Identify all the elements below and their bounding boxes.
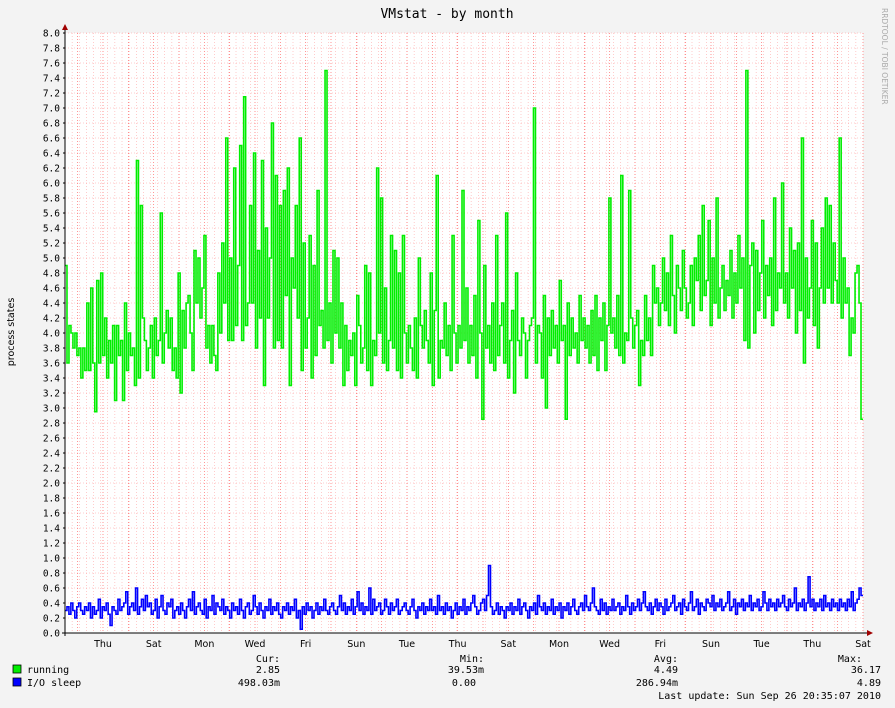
legend-header-max: Max:: [838, 654, 862, 665]
watermark: RRDTOOL / TOBI OETIKER: [880, 8, 889, 105]
x-tick-label: Mon: [549, 639, 569, 650]
y-tick-label: 0.0: [43, 629, 60, 640]
y-tick-label: 1.4: [43, 524, 60, 535]
y-tick-label: 2.8: [43, 419, 60, 430]
y-tick-label: 3.6: [43, 359, 60, 370]
y-tick-label: 0.4: [43, 599, 60, 610]
legend-avg-running: 4.49: [654, 665, 678, 676]
y-tick-label: 4.8: [43, 269, 60, 280]
y-tick-label: 6.2: [43, 164, 60, 175]
y-tick-label: 6.6: [43, 134, 60, 145]
legend-name-running: running: [27, 665, 69, 676]
legend-header-avg: Avg:: [654, 654, 678, 665]
y-tick-label: 3.0: [43, 404, 60, 415]
x-tick-label: Sat: [501, 639, 517, 650]
legend-max-running: 36.17: [851, 665, 881, 676]
x-tick-label: Tue: [753, 639, 770, 650]
y-tick-label: 6.8: [43, 119, 60, 130]
legend-avg-io-sleep: 286.94m: [636, 678, 678, 689]
x-tick-label: Sat: [855, 639, 871, 650]
y-tick-label: 7.6: [43, 59, 60, 70]
legend-swatch-io-sleep: [12, 677, 22, 687]
x-tick-label: Fri: [300, 639, 311, 650]
legend-min-running: 39.53m: [448, 665, 484, 676]
y-tick-label: 5.4: [43, 224, 60, 235]
y-tick-label: 7.2: [43, 89, 60, 100]
legend-cur-io-sleep: 498.03m: [238, 678, 280, 689]
y-tick-label: 3.2: [43, 389, 60, 400]
legend-max-io-sleep: 4.89: [857, 678, 881, 689]
y-tick-label: 2.2: [43, 464, 60, 475]
x-tick-label: Mon: [194, 639, 214, 650]
x-tick-label: Fri: [655, 639, 666, 650]
y-tick-label: 2.6: [43, 434, 60, 445]
y-tick-label: 1.2: [43, 539, 60, 550]
y-tick-label: 0.8: [43, 569, 60, 580]
y-tick-label: 5.2: [43, 239, 60, 250]
legend-header-cur: Cur:: [256, 654, 280, 665]
y-tick-label: 2.4: [43, 449, 60, 460]
y-tick-label: 8.0: [43, 29, 60, 40]
y-tick-label: 1.8: [43, 494, 60, 505]
vmstat-chart: 0.0 0.2 0.4 0.6 0.8 1.0 1.2 1.4 1.6 1.8 2.0 2.2 2.4 2…: [6, 7, 889, 702]
y-tick-label: 3.8: [43, 344, 60, 355]
x-tick-label: Thu: [93, 639, 112, 650]
y-tick-label: 1.6: [43, 509, 60, 520]
legend-header-min: Min:: [460, 654, 484, 665]
x-tick-label: Wed: [245, 639, 266, 650]
y-tick-label: 3.4: [43, 374, 60, 385]
chart-title: VMstat - by month: [380, 7, 513, 22]
x-tick-label: Sat: [146, 639, 162, 650]
x-tick-label: Thu: [448, 639, 467, 650]
y-tick-label: 6.0: [43, 179, 60, 190]
legend-min-io-sleep: 0.00: [452, 678, 476, 689]
y-tick-label: 4.2: [43, 314, 60, 325]
x-tick-label: Wed: [599, 639, 620, 650]
y-tick-label: 5.6: [43, 209, 60, 220]
legend-swatch-running: [12, 664, 22, 674]
y-tick-label: 7.0: [43, 104, 60, 115]
x-axis-arrow: [867, 630, 873, 636]
y-tick-label: 4.6: [43, 284, 60, 295]
y-axis-label: process states: [6, 298, 17, 367]
y-axis-arrow: [62, 24, 68, 30]
y-tick-label: 6.4: [43, 149, 60, 160]
x-tick-label: Sun: [347, 639, 365, 650]
y-tick-label: 0.2: [43, 614, 60, 625]
last-update: Last update: Sun Sep 26 20:35:07 2010: [658, 691, 881, 702]
y-tick-label: 7.4: [43, 74, 60, 85]
legend: Cur: Min: Avg: Max: running 2.85 39.53m …: [12, 654, 881, 702]
y-tick-label: 0.6: [43, 584, 60, 595]
x-tick-label: Tue: [398, 639, 415, 650]
legend-name-io-sleep: I/O sleep: [27, 678, 81, 689]
y-tick-label: 4.0: [43, 329, 60, 340]
rrd-chart-canvas: 0.0 0.2 0.4 0.6 0.8 1.0 1.2 1.4 1.6 1.8 2.0 2.2 2.4 2…: [0, 0, 895, 708]
y-tick-label: 2.0: [43, 479, 60, 490]
y-tick-label: 4.4: [43, 299, 60, 310]
legend-cur-running: 2.85: [256, 665, 280, 676]
y-tick-label: 5.0: [43, 254, 60, 265]
y-tick-label: 1.0: [43, 554, 60, 565]
y-tick-label: 7.8: [43, 44, 60, 55]
x-tick-label: Thu: [802, 639, 821, 650]
x-tick-label: Sun: [702, 639, 720, 650]
y-tick-label: 5.8: [43, 194, 60, 205]
